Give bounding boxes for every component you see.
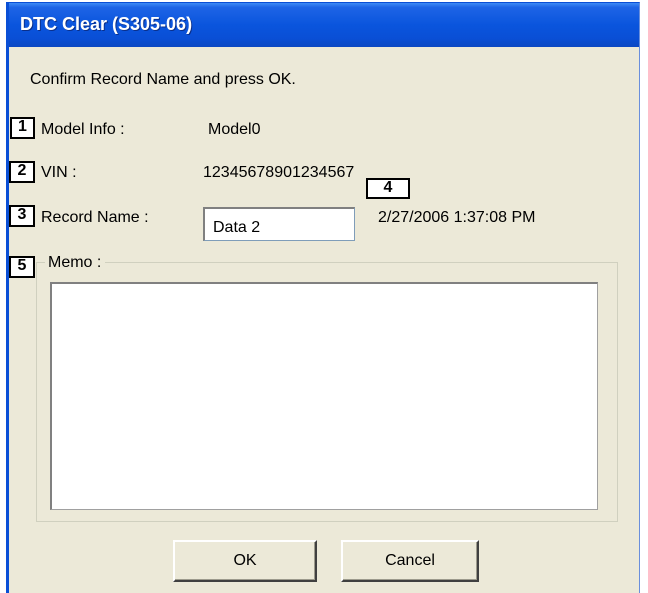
- model-info-label: Model Info :: [41, 121, 125, 138]
- cancel-button[interactable]: Cancel: [341, 540, 479, 582]
- record-name-input[interactable]: [203, 207, 355, 241]
- callout-4: 4: [366, 178, 410, 199]
- vin-value: 12345678901234567: [203, 164, 355, 181]
- model-info-value: Model0: [208, 121, 261, 138]
- callout-1: 1: [10, 117, 35, 139]
- callout-2: 2: [9, 161, 35, 183]
- memo-label: Memo :: [45, 254, 106, 272]
- record-name-label: Record Name :: [41, 209, 149, 226]
- title-bar[interactable]: DTC Clear (S305-06): [9, 3, 639, 47]
- memo-textarea[interactable]: [50, 282, 598, 510]
- timestamp-text: 2/27/2006 1:37:08 PM: [378, 209, 536, 226]
- ok-button[interactable]: OK: [173, 540, 317, 582]
- callout-5: 5: [9, 256, 35, 278]
- callout-3: 3: [9, 205, 35, 227]
- vin-label: VIN :: [41, 164, 77, 181]
- instruction-text: Confirm Record Name and press OK.: [30, 71, 296, 88]
- window-title: DTC Clear (S305-06): [20, 14, 193, 34]
